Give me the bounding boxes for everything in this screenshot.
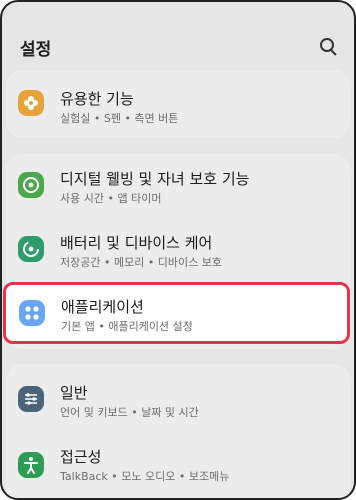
item-subtitle: 언어 및 키보드 • 날짜 및 시간 (60, 406, 199, 419)
list-item-advanced-features[interactable]: 유용한 기능 실험실 • S펜 • 측면 버튼 (6, 74, 350, 136)
search-icon[interactable] (318, 36, 338, 56)
list-item-battery-device-care[interactable]: 배터리 및 디바이스 케어 저장공간 • 메모리 • 디바이스 보호 (6, 220, 350, 282)
item-subtitle: 실험실 • S펜 • 측면 버튼 (60, 112, 179, 125)
device-care-icon (18, 236, 44, 262)
item-title: 애플리케이션 (61, 298, 144, 316)
item-title: 유용한 기능 (60, 90, 134, 108)
page-title: 설정 (20, 40, 52, 60)
sliders-icon (18, 386, 44, 412)
app-bar: 설정 (2, 2, 354, 66)
card-advanced: 유용한 기능 실험실 • S펜 • 측면 버튼 (6, 70, 350, 138)
list-item-digital-wellbeing[interactable]: 디지털 웰빙 및 자녀 보호 기능 사용 시간 • 앱 타이머 (6, 154, 350, 216)
item-subtitle: 기본 앱 • 애플리케이션 설정 (61, 320, 193, 333)
list-item-general[interactable]: 일반 언어 및 키보드 • 날짜 및 시간 (6, 370, 350, 432)
item-subtitle: TalkBack • 모노 오디오 • 보조메뉴 (60, 470, 230, 483)
list-item-applications[interactable]: 애플리케이션 기본 앱 • 애플리케이션 설정 (3, 282, 350, 344)
item-title: 일반 (60, 384, 88, 402)
gear-flower-icon (18, 90, 44, 116)
item-subtitle: 사용 시간 • 앱 타이머 (60, 192, 162, 205)
settings-screen: 설정 유용한 기능 실험실 • S펜 • 측면 버튼 디지털 웰빙 및 자녀 보… (0, 0, 356, 500)
list-item-accessibility[interactable]: 접근성 TalkBack • 모노 오디오 • 보조메뉴 (6, 436, 350, 498)
item-title: 디지털 웰빙 및 자녀 보호 기능 (60, 170, 250, 188)
item-title: 배터리 및 디바이스 케어 (60, 234, 213, 252)
accessibility-icon (18, 452, 44, 478)
item-title: 접근성 (60, 448, 102, 466)
wellbeing-icon (18, 172, 44, 198)
apps-icon (19, 300, 45, 326)
item-subtitle: 저장공간 • 메모리 • 디바이스 보호 (60, 256, 223, 269)
card-general: 일반 언어 및 키보드 • 날짜 및 시간 접근성 TalkBack • 모노 … (6, 364, 350, 498)
